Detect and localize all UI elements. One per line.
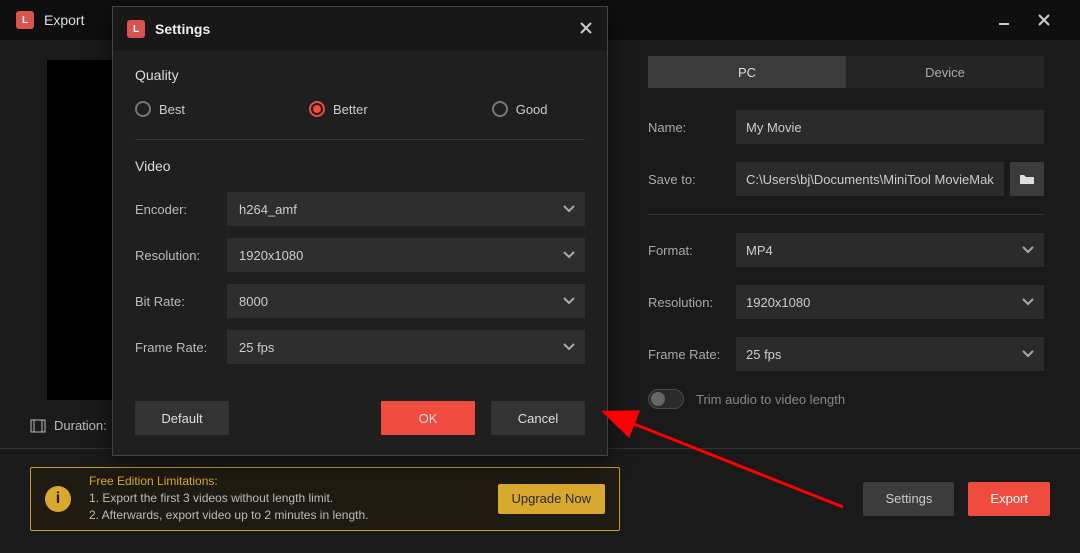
saveto-input[interactable] — [736, 162, 1004, 196]
name-label: Name: — [648, 120, 736, 135]
target-tabs: PC Device — [648, 56, 1044, 88]
saveto-label: Save to: — [648, 172, 736, 187]
limitations-line-1: 1. Export the first 3 videos without len… — [89, 490, 498, 507]
framerate-label: Frame Rate: — [648, 347, 736, 362]
info-icon: i — [45, 486, 71, 512]
chevron-down-icon — [563, 297, 575, 305]
app-icon: L — [127, 20, 145, 38]
modal-resolution-label: Resolution: — [135, 248, 227, 263]
cancel-button[interactable]: Cancel — [491, 401, 585, 435]
ok-button[interactable]: OK — [381, 401, 475, 435]
chevron-down-icon — [563, 343, 575, 351]
export-button[interactable]: Export — [968, 482, 1050, 516]
tab-device[interactable]: Device — [846, 56, 1044, 88]
window-title: Export — [44, 12, 84, 28]
modal-resolution-select[interactable]: 1920x1080 — [227, 238, 585, 272]
radio-good[interactable]: Good — [492, 101, 548, 117]
tab-pc[interactable]: PC — [648, 56, 846, 88]
trim-audio-toggle[interactable] — [648, 389, 684, 409]
upgrade-button[interactable]: Upgrade Now — [498, 484, 606, 514]
minimize-button[interactable] — [984, 0, 1024, 40]
dialog-title: Settings — [155, 21, 210, 37]
video-section-title: Video — [135, 158, 585, 174]
divider — [648, 214, 1044, 215]
duration-row: Duration: — [0, 418, 107, 433]
folder-icon — [1019, 172, 1035, 186]
browse-button[interactable] — [1010, 162, 1044, 196]
resolution-label: Resolution: — [648, 295, 736, 310]
bitrate-label: Bit Rate: — [135, 294, 227, 309]
export-settings-panel: PC Device Name: Save to: Format: MP4 — [624, 40, 1080, 448]
format-label: Format: — [648, 243, 736, 258]
bitrate-select[interactable]: 8000 — [227, 284, 585, 318]
footer: i Free Edition Limitations: 1. Export th… — [0, 448, 1080, 548]
quality-section-title: Quality — [135, 67, 585, 83]
name-input[interactable] — [736, 110, 1044, 144]
limitations-line-2: 2. Afterwards, export video up to 2 minu… — [89, 507, 498, 524]
duration-label: Duration: — [54, 418, 107, 433]
film-icon — [30, 419, 46, 433]
resolution-select[interactable]: 1920x1080 — [736, 285, 1044, 319]
radio-best[interactable]: Best — [135, 101, 185, 117]
chevron-down-icon — [563, 205, 575, 213]
encoder-select[interactable]: h264_amf — [227, 192, 585, 226]
close-button[interactable] — [1024, 0, 1064, 40]
radio-better[interactable]: Better — [309, 101, 368, 117]
limitations-box: i Free Edition Limitations: 1. Export th… — [30, 467, 620, 531]
trim-audio-label: Trim audio to video length — [696, 392, 845, 407]
settings-button[interactable]: Settings — [863, 482, 954, 516]
limitations-title: Free Edition Limitations: — [89, 474, 498, 488]
dialog-close-button[interactable] — [579, 21, 593, 38]
app-icon: L — [16, 11, 34, 29]
format-select[interactable]: MP4 — [736, 233, 1044, 267]
divider — [135, 139, 585, 140]
modal-framerate-select[interactable]: 25 fps — [227, 330, 585, 364]
framerate-select[interactable]: 25 fps — [736, 337, 1044, 371]
modal-framerate-label: Frame Rate: — [135, 340, 227, 355]
chevron-down-icon — [563, 251, 575, 259]
encoder-label: Encoder: — [135, 202, 227, 217]
settings-dialog: L Settings Quality Best Better Good Vide… — [112, 6, 608, 456]
default-button[interactable]: Default — [135, 401, 229, 435]
